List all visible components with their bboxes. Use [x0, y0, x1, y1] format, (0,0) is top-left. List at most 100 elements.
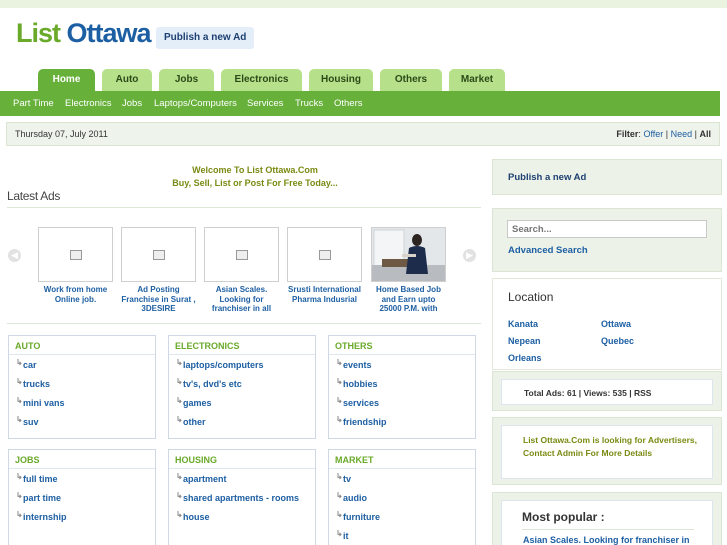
category-link[interactable]: ↳ suv	[9, 412, 155, 431]
location-link-kanata[interactable]: Kanata	[508, 319, 538, 329]
latest-ad-card[interactable]: Home Based Job and Earn upto 25000 P.M. …	[371, 227, 446, 314]
tab-housing[interactable]: Housing	[309, 69, 373, 91]
category-link[interactable]: ↳ services	[329, 393, 475, 412]
latest-ad-card[interactable]: Ad Posting Franchise in Surat , 3DESIRE	[121, 227, 196, 314]
category-link[interactable]: ↳ mini vans	[9, 393, 155, 412]
category-heading[interactable]: MARKET	[329, 450, 475, 469]
tab-electronics[interactable]: Electronics	[221, 69, 302, 91]
category-link[interactable]: ↳ part time	[9, 488, 155, 507]
bullet-icon: ↳	[336, 377, 343, 386]
stats-panel: Total Ads: 61 | Views: 535 | RSS	[501, 379, 713, 405]
category-heading[interactable]: HOUSING	[169, 450, 315, 469]
tab-home[interactable]: Home	[38, 69, 95, 91]
advertise-message[interactable]: List Ottawa.Com is looking for Advertise…	[523, 434, 703, 460]
subnav-part-time[interactable]: Part Time	[13, 98, 54, 109]
category-link[interactable]: ↳ furniture	[329, 507, 475, 526]
category-link[interactable]: ↳ internship	[9, 507, 155, 526]
subnav-jobs[interactable]: Jobs	[122, 98, 142, 109]
category-link[interactable]: ↳ events	[329, 355, 475, 374]
category-link[interactable]: ↳ laptops/computers	[169, 355, 315, 374]
category-link[interactable]: ↳ apartment	[169, 469, 315, 488]
latest-ad-card[interactable]: Work from home Online job.	[38, 227, 113, 314]
most-popular-title: Most popular :	[522, 510, 605, 524]
ad-thumbnail[interactable]	[287, 227, 362, 282]
bullet-icon: ↳	[336, 396, 343, 405]
sidebar-location-box: Location Kanata Ottawa Nepean Quebec Orl…	[492, 278, 722, 370]
category-heading[interactable]: OTHERS	[329, 336, 475, 355]
sidebar-popular-box: Most popular : Asian Scales. Looking for…	[492, 492, 722, 545]
filter-all-link[interactable]: All	[699, 129, 711, 139]
bullet-icon: ↳	[336, 472, 343, 481]
advanced-search-link[interactable]: Advanced Search	[508, 245, 588, 256]
category-link[interactable]: ↳ friendship	[329, 412, 475, 431]
bullet-icon: ↳	[176, 396, 183, 405]
location-link-orleans[interactable]: Orleans	[508, 353, 542, 363]
category-heading[interactable]: JOBS	[9, 450, 155, 469]
bullet-icon: ↳	[336, 529, 343, 538]
subnav-laptops-computers[interactable]: Laptops/Computers	[154, 98, 237, 109]
ad-thumbnail[interactable]	[121, 227, 196, 282]
tab-market[interactable]: Market	[449, 69, 505, 91]
category-link[interactable]: ↳ house	[169, 507, 315, 526]
category-link[interactable]: ↳ it	[329, 526, 475, 545]
image-placeholder-icon	[236, 250, 248, 260]
category-box-market: MARKET ↳ tv ↳ audio ↳ furniture ↳ it	[328, 449, 476, 545]
ad-title[interactable]: Srusti International Pharma Indusrial	[287, 285, 362, 314]
category-box-housing: HOUSING ↳ apartment ↳ shared apartments - …	[168, 449, 316, 545]
category-link[interactable]: ↳ other	[169, 412, 315, 431]
category-link[interactable]: ↳ hobbies	[329, 374, 475, 393]
sub-navigation: Part Time Electronics Jobs Laptops/Compu…	[0, 91, 720, 116]
filter-need-link[interactable]: Need	[671, 129, 693, 139]
sidebar-advertise-box: List Ottawa.Com is looking for Advertise…	[492, 417, 722, 485]
bullet-icon: ↳	[176, 377, 183, 386]
image-placeholder-icon	[319, 250, 331, 260]
ad-title[interactable]: Asian Scales. Looking for franchiser in …	[204, 285, 279, 314]
ad-title[interactable]: Ad Posting Franchise in Surat , 3DESIRE	[121, 285, 196, 314]
latest-ad-card[interactable]: Srusti International Pharma Indusrial	[287, 227, 362, 314]
category-link[interactable]: ↳ car	[9, 355, 155, 374]
latest-ad-card[interactable]: Asian Scales. Looking for franchiser in …	[204, 227, 279, 314]
category-link[interactable]: ↳ tv's, dvd's etc	[169, 374, 315, 393]
search-input[interactable]	[507, 220, 707, 238]
location-link-ottawa[interactable]: Ottawa	[601, 319, 631, 329]
subnav-electronics[interactable]: Electronics	[65, 98, 111, 109]
ad-title[interactable]: Work from home Online job.	[38, 285, 113, 314]
ad-thumbnail[interactable]	[204, 227, 279, 282]
site-stats: Total Ads: 61 | Views: 535 | RSS	[524, 388, 652, 398]
subnav-others[interactable]: Others	[334, 98, 363, 109]
subnav-trucks[interactable]: Trucks	[295, 98, 323, 109]
category-link[interactable]: ↳ audio	[329, 488, 475, 507]
category-link[interactable]: ↳ shared apartments - rooms	[169, 488, 315, 507]
tab-jobs[interactable]: Jobs	[159, 69, 214, 91]
tab-others[interactable]: Others	[380, 69, 442, 91]
category-link[interactable]: ↳ games	[169, 393, 315, 412]
location-link-nepean[interactable]: Nepean	[508, 336, 541, 346]
ad-thumbnail[interactable]	[38, 227, 113, 282]
bullet-icon: ↳	[16, 472, 23, 481]
sidebar-publish-link[interactable]: Publish a new Ad	[508, 172, 586, 183]
category-link[interactable]: ↳ tv	[329, 469, 475, 488]
subnav-services[interactable]: Services	[247, 98, 283, 109]
ad-title[interactable]: Home Based Job and Earn upto 25000 P.M. …	[371, 285, 446, 314]
category-link[interactable]: ↳ trucks	[9, 374, 155, 393]
office-worker-photo	[372, 228, 445, 281]
location-link-quebec[interactable]: Quebec	[601, 336, 634, 346]
sidebar-stats-box: Total Ads: 61 | Views: 535 | RSS	[492, 371, 722, 411]
carousel-prev-button[interactable]: ◀	[8, 249, 21, 262]
bullet-icon: ↳	[176, 415, 183, 424]
carousel-next-button[interactable]: ▶	[463, 249, 476, 262]
category-link[interactable]: ↳ full time	[9, 469, 155, 488]
bullet-icon: ↳	[16, 415, 23, 424]
category-heading[interactable]: AUTO	[9, 336, 155, 355]
tab-auto[interactable]: Auto	[102, 69, 152, 91]
ad-photo[interactable]	[371, 227, 446, 282]
publish-ad-button[interactable]: Publish a new Ad	[156, 27, 255, 49]
category-box-jobs: JOBS ↳ full time ↳ part time ↳ internship	[8, 449, 156, 545]
popular-panel: Most popular : Asian Scales. Looking for…	[501, 500, 713, 545]
welcome-message: Welcome To List Ottawa.Com Buy, Sell, Li…	[130, 164, 380, 190]
site-logo[interactable]: List Ottawa	[16, 18, 152, 49]
latest-ads-title: Latest Ads	[7, 189, 61, 203]
category-heading[interactable]: ELECTRONICS	[169, 336, 315, 355]
filter-offer-link[interactable]: Offer	[643, 129, 663, 139]
popular-ad-link[interactable]: Asian Scales. Looking for franchiser in	[523, 535, 690, 545]
